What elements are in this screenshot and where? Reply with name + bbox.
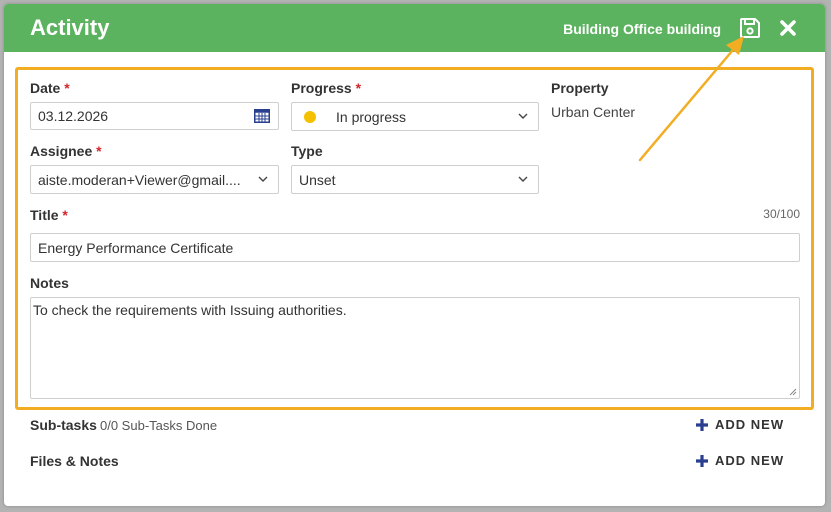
notes-label: Notes <box>30 275 69 291</box>
required-marker: * <box>355 80 362 96</box>
assignee-value: aiste.moderan+Viewer@gmail.... <box>38 172 241 188</box>
add-file-label: ADD NEW <box>715 453 785 468</box>
progress-value: In progress <box>336 109 407 125</box>
chevron-down-icon <box>518 113 528 119</box>
title-label: Title * <box>30 206 68 224</box>
date-label-text: Date <box>30 80 61 96</box>
add-subtask-label: ADD NEW <box>715 417 785 432</box>
dialog-header: Activity Building Office building <box>4 4 825 52</box>
title-label-text: Title <box>30 207 59 223</box>
required-marker: * <box>62 207 68 223</box>
activity-dialog: Activity Building Office building Date *… <box>4 4 825 506</box>
plus-icon <box>696 419 708 431</box>
dialog-title: Activity <box>30 15 110 40</box>
subtasks-label: Sub-tasks <box>30 417 97 433</box>
resize-handle-icon[interactable] <box>789 388 797 396</box>
progress-label-text: Progress <box>291 80 352 96</box>
context-name: Office building <box>623 21 721 37</box>
title-value: Energy Performance Certificate <box>38 240 234 256</box>
building-context: Building Office building <box>563 20 721 38</box>
required-marker: * <box>96 143 102 159</box>
subtasks-status: 0/0 Sub-Tasks Done <box>100 418 218 433</box>
close-button[interactable] <box>776 16 800 40</box>
title-char-counter: 30/100 <box>763 207 800 221</box>
calendar-icon[interactable] <box>254 109 270 123</box>
close-x-icon <box>780 20 796 36</box>
title-input[interactable]: Energy Performance Certificate <box>30 233 800 262</box>
files-notes-label: Files & Notes <box>30 453 119 469</box>
type-select[interactable]: Unset <box>291 165 539 194</box>
notes-value: To check the requirements with Issuing a… <box>33 302 347 318</box>
date-input[interactable]: 03.12.2026 <box>30 102 279 130</box>
plus-icon <box>696 455 708 467</box>
assignee-select[interactable]: aiste.moderan+Viewer@gmail.... <box>30 165 279 194</box>
progress-label: Progress * <box>291 79 361 97</box>
type-value: Unset <box>299 172 336 188</box>
date-label: Date * <box>30 79 70 97</box>
context-prefix: Building <box>563 21 620 37</box>
chevron-down-icon <box>258 176 268 182</box>
floppy-disk-icon <box>740 18 760 38</box>
progress-select[interactable]: In progress <box>291 102 539 131</box>
chevron-down-icon <box>518 176 528 182</box>
assignee-label-text: Assignee <box>30 143 93 159</box>
assignee-label: Assignee * <box>30 142 102 160</box>
date-value: 03.12.2026 <box>38 108 109 124</box>
property-value: Urban Center <box>551 104 636 120</box>
save-button[interactable] <box>738 16 762 40</box>
property-label: Property <box>551 80 609 96</box>
type-label: Type <box>291 143 323 159</box>
notes-textarea[interactable]: To check the requirements with Issuing a… <box>30 297 800 399</box>
required-marker: * <box>64 80 70 96</box>
status-dot <box>304 111 316 123</box>
